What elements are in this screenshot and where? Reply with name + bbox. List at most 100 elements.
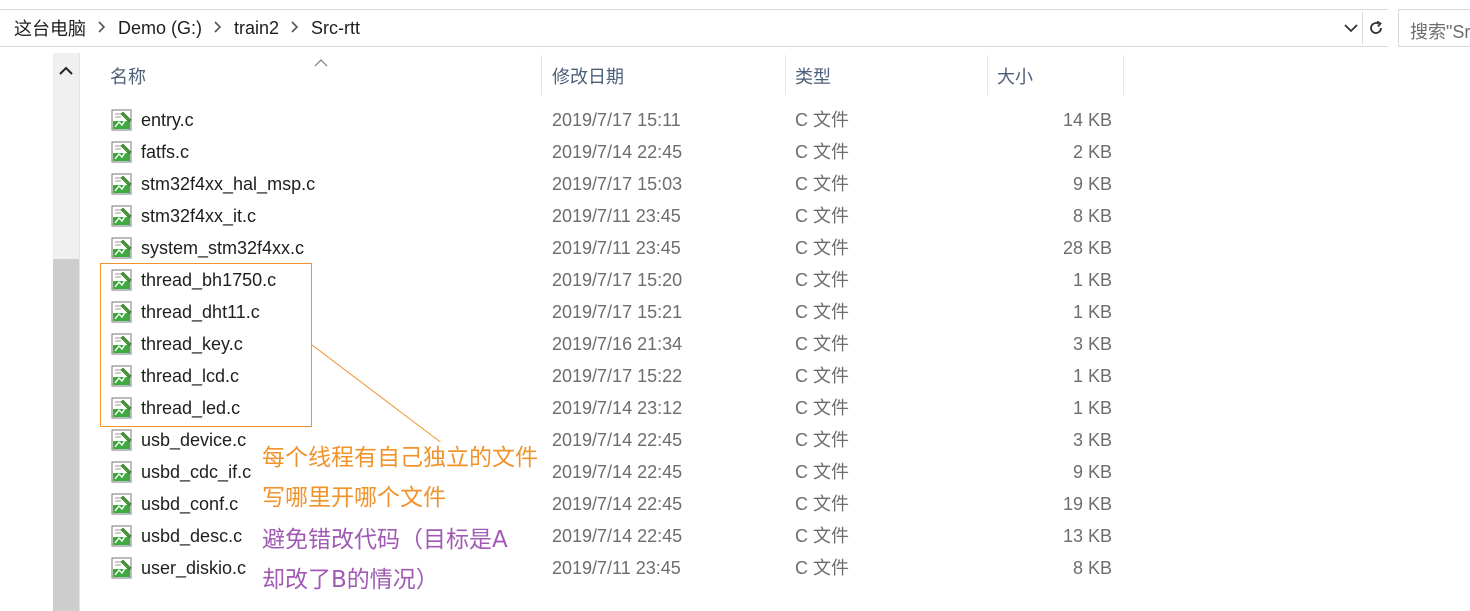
file-size: 1 KB (1072, 302, 1112, 322)
breadcrumb-separator-icon[interactable] (206, 20, 230, 36)
file-size: 1 KB (1072, 270, 1112, 290)
file-type: C 文件 (795, 462, 849, 482)
file-date: 2019/7/14 22:45 (552, 142, 683, 162)
file-type: C 文件 (795, 494, 849, 514)
chevron-down-icon[interactable] (1340, 10, 1362, 46)
file-type: C 文件 (795, 398, 849, 418)
column-separator[interactable] (987, 55, 988, 95)
column-separator[interactable] (541, 55, 542, 95)
file-name: user_diskio.c (141, 558, 247, 578)
file-row[interactable]: user_diskio.c 2019/7/11 23:45 C 文件 8 KB (98, 552, 1128, 584)
file-row[interactable]: entry.c 2019/7/17 15:11 C 文件 14 KB (98, 104, 1128, 136)
file-size: 14 KB (1062, 110, 1112, 130)
file-name: stm32f4xx_hal_msp.c (141, 174, 316, 194)
file-date: 2019/7/14 22:45 (552, 430, 683, 450)
file-name: usbd_conf.c (141, 494, 239, 514)
file-name: usbd_desc.c (141, 526, 243, 546)
file-type: C 文件 (795, 526, 849, 546)
c-source-file-icon (111, 461, 133, 483)
c-source-file-icon (111, 429, 133, 451)
file-date: 2019/7/11 23:45 (552, 558, 681, 578)
file-type: C 文件 (795, 110, 849, 130)
file-type: C 文件 (795, 206, 849, 226)
file-type: C 文件 (795, 302, 849, 322)
column-separator[interactable] (785, 55, 786, 95)
breadcrumb-separator-icon[interactable] (283, 20, 307, 36)
file-row[interactable]: system_stm32f4xx.c 2019/7/11 23:45 C 文件 28 … (98, 232, 1128, 264)
refresh-icon[interactable] (1364, 10, 1388, 46)
column-separator[interactable] (1123, 55, 1124, 95)
annotation-line-4: 却改了B的情况） (262, 564, 439, 596)
file-date: 2019/7/17 15:21 (552, 302, 683, 322)
file-size: 2 KB (1072, 142, 1112, 162)
file-date: 2019/7/16 21:34 (552, 334, 683, 354)
column-header-date[interactable]: 修改日期 (552, 53, 624, 98)
search-input[interactable]: 搜索"Sr (1398, 9, 1470, 47)
file-date: 2019/7/11 23:45 (552, 206, 681, 226)
annotation-line-1: 每个线程有自己独立的文件 (262, 442, 538, 474)
file-date: 2019/7/17 15:22 (552, 366, 683, 386)
file-type: C 文件 (795, 238, 849, 258)
file-row[interactable]: fatfs.c 2019/7/14 22:45 C 文件 2 KB (98, 136, 1128, 168)
file-size: 3 KB (1072, 430, 1112, 450)
file-size: 3 KB (1072, 334, 1112, 354)
file-name: fatfs.c (141, 142, 190, 162)
c-source-file-icon (111, 109, 133, 131)
file-name: usbd_cdc_if.c (141, 462, 252, 482)
column-header-name[interactable]: 名称 (110, 53, 146, 98)
c-source-file-icon (111, 557, 133, 579)
file-name: usb_device.c (141, 430, 247, 450)
column-header-size-label: 大小 (997, 66, 1033, 87)
file-size: 13 KB (1062, 526, 1112, 546)
file-size: 8 KB (1072, 206, 1112, 226)
c-source-file-icon (111, 205, 133, 227)
c-source-file-icon (111, 237, 133, 259)
file-size: 19 KB (1062, 494, 1112, 514)
file-type: C 文件 (795, 174, 849, 194)
file-date: 2019/7/14 23:12 (552, 398, 683, 418)
file-date: 2019/7/17 15:11 (552, 110, 681, 130)
breadcrumb-this-pc[interactable]: 这台电脑 (10, 15, 90, 41)
scroll-up-icon[interactable] (53, 58, 79, 84)
file-size: 28 KB (1062, 238, 1112, 258)
file-date: 2019/7/11 23:45 (552, 238, 681, 258)
annotation-line-3: 避免错改代码（目标是A (262, 524, 508, 556)
column-header-size[interactable]: 大小 (997, 53, 1033, 98)
column-header-type[interactable]: 类型 (795, 53, 831, 98)
file-type: C 文件 (795, 558, 849, 578)
file-row[interactable]: usbd_conf.c 2019/7/14 22:45 C 文件 19 KB (98, 488, 1128, 520)
file-size: 9 KB (1072, 174, 1112, 194)
c-source-file-icon (111, 525, 133, 547)
search-placeholder: 搜索"Sr (1410, 22, 1470, 42)
file-name: entry.c (141, 110, 194, 130)
file-date: 2019/7/14 22:45 (552, 494, 683, 514)
thread-files-highlight (100, 263, 312, 427)
file-size: 8 KB (1072, 558, 1112, 578)
breadcrumb-drive[interactable]: Demo (G:) (114, 18, 206, 39)
breadcrumb-src-rtt[interactable]: Src-rtt (307, 18, 364, 39)
file-name: stm32f4xx_it.c (141, 206, 257, 226)
column-header-name-label: 名称 (110, 66, 146, 87)
breadcrumb-separator-icon[interactable] (90, 20, 114, 36)
nav-pane-scrollbar-thumb[interactable] (53, 259, 79, 611)
file-row[interactable]: usbd_desc.c 2019/7/14 22:45 C 文件 13 KB (98, 520, 1128, 552)
file-type: C 文件 (795, 430, 849, 450)
file-date: 2019/7/17 15:20 (552, 270, 683, 290)
address-bar[interactable]: 这台电脑 Demo (G:) train2 Src-rtt (0, 9, 1388, 47)
file-type: C 文件 (795, 334, 849, 354)
file-row[interactable]: usb_device.c 2019/7/14 22:45 C 文件 3 KB (98, 424, 1128, 456)
column-header-date-label: 修改日期 (552, 66, 624, 87)
file-size: 1 KB (1072, 398, 1112, 418)
c-source-file-icon (111, 141, 133, 163)
file-type: C 文件 (795, 270, 849, 290)
file-size: 9 KB (1072, 462, 1112, 482)
file-type: C 文件 (795, 366, 849, 386)
file-row[interactable]: usbd_cdc_if.c 2019/7/14 22:45 C 文件 9 KB (98, 456, 1128, 488)
file-date: 2019/7/14 22:45 (552, 526, 683, 546)
file-name: system_stm32f4xx.c (141, 238, 305, 258)
file-row[interactable]: stm32f4xx_it.c 2019/7/11 23:45 C 文件 8 KB (98, 200, 1128, 232)
breadcrumb-train2[interactable]: train2 (230, 18, 283, 39)
address-divider (1362, 12, 1363, 44)
file-row[interactable]: stm32f4xx_hal_msp.c 2019/7/17 15:03 C 文件 9 … (98, 168, 1128, 200)
c-source-file-icon (111, 173, 133, 195)
